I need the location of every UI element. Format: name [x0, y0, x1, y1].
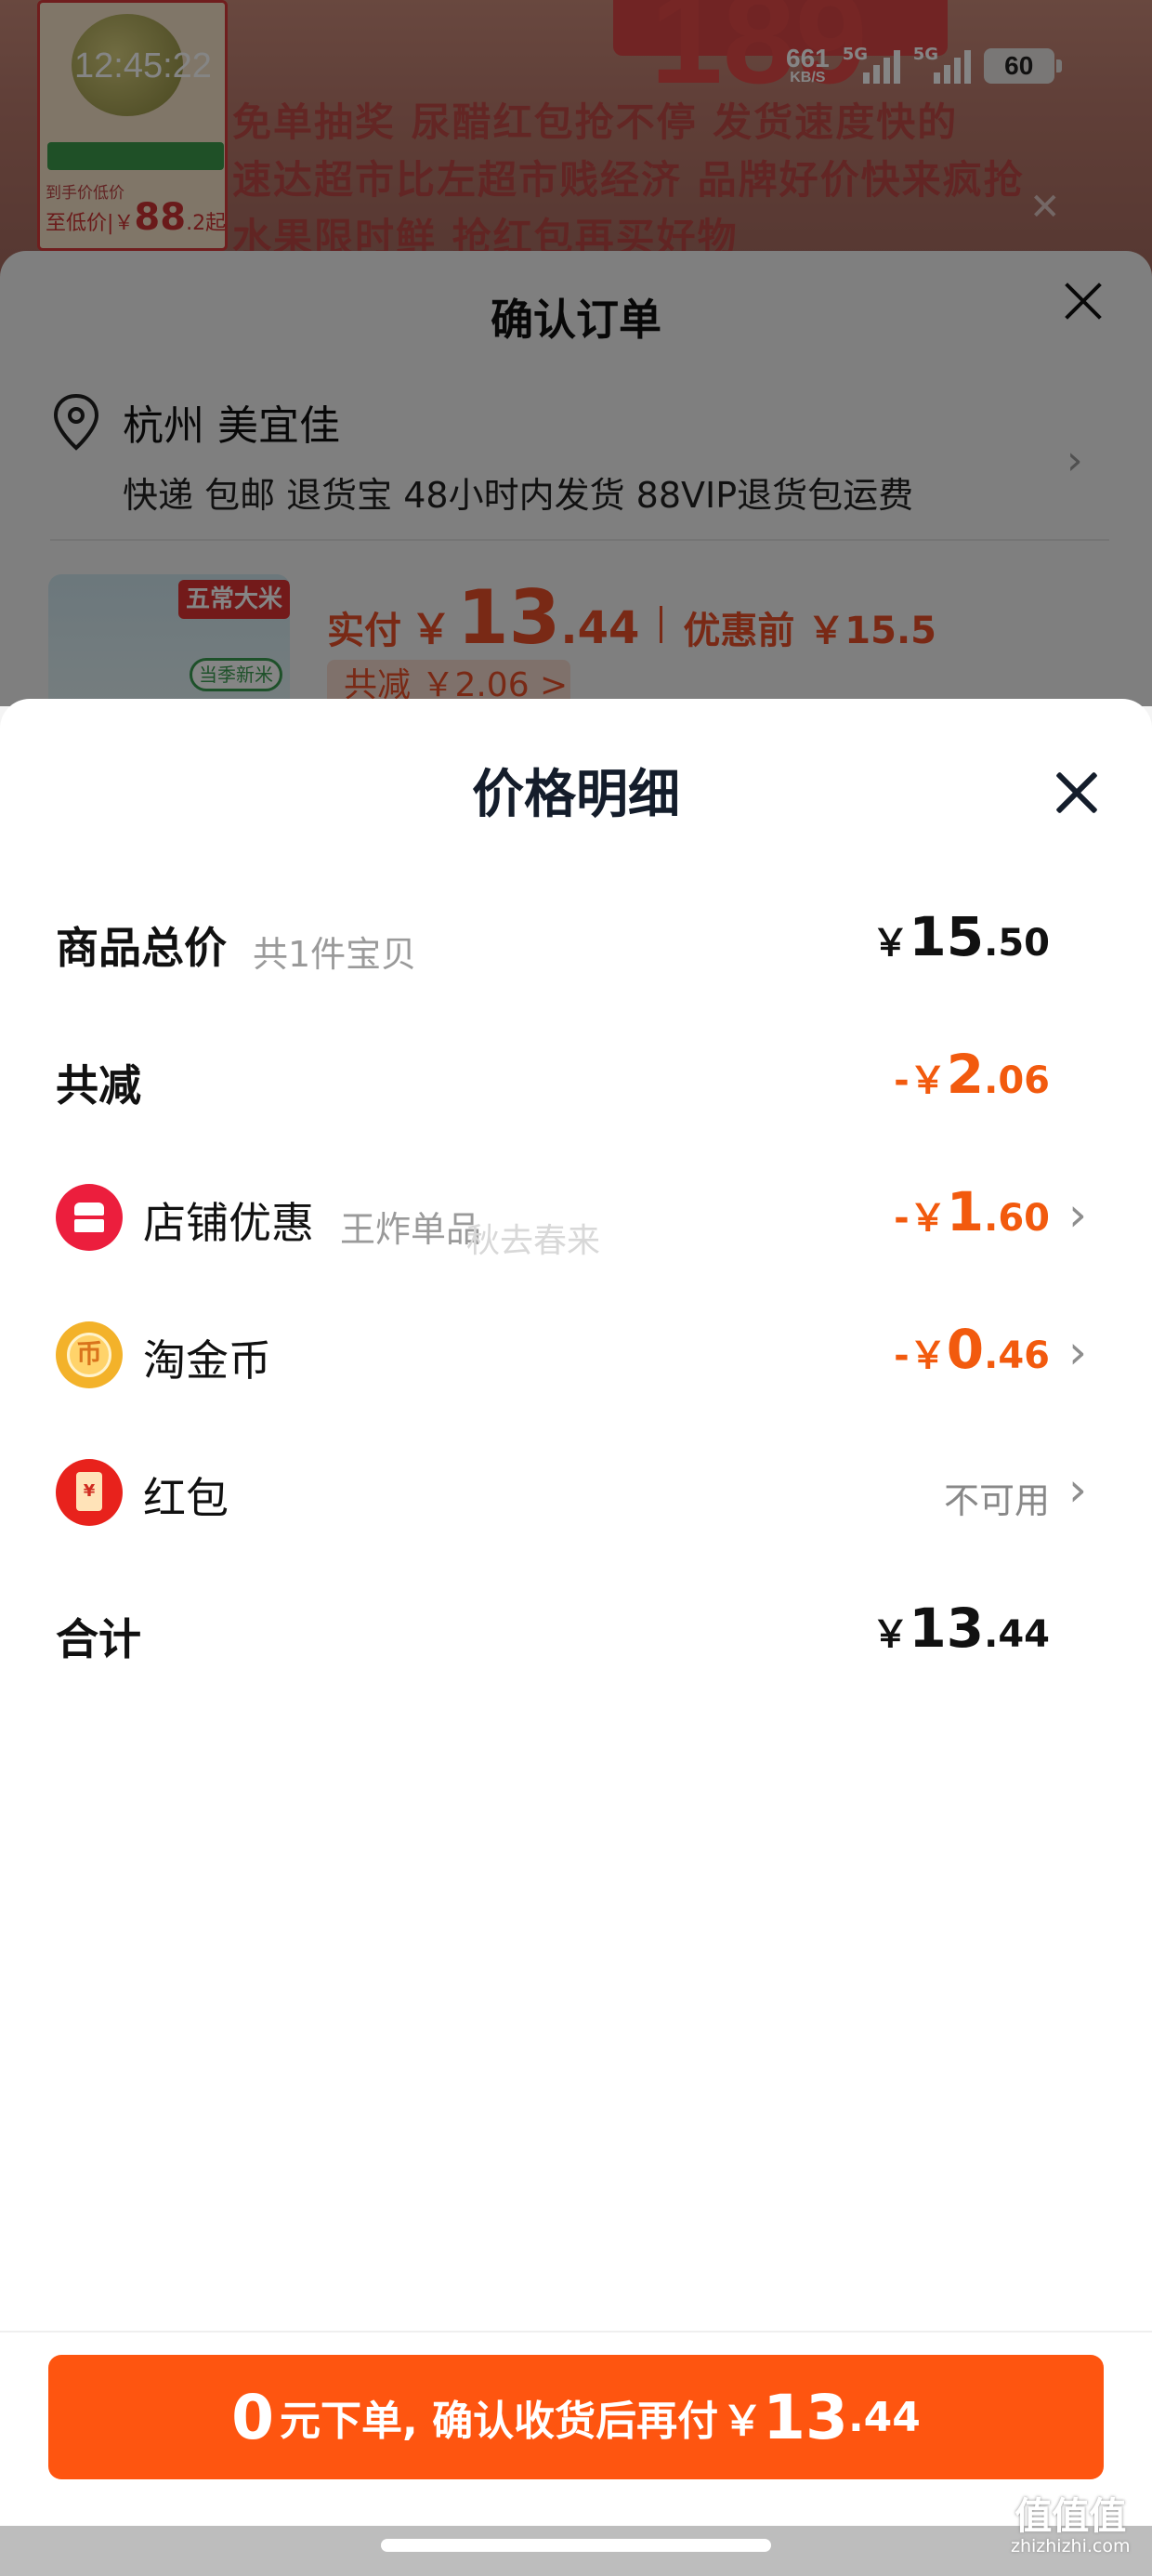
total-reduction-amount: -￥ 2.06 — [894, 1043, 1050, 1106]
price-detail-modal: 价格明细 商品总价 共1件宝贝 ￥ 15.50 共减 -￥ 2.06 店铺优惠 王炸… — [0, 699, 1152, 2576]
user-watermark: 秋去春来 — [466, 1222, 601, 1260]
row-sum: 合计 ￥ 13.44 — [0, 1597, 1152, 1671]
row-taojinbi[interactable]: 币 淘金币 -￥ 0.46 › — [0, 1318, 1152, 1392]
row-label: 共减 — [56, 1060, 141, 1111]
row-label: 淘金币 — [143, 1335, 271, 1386]
row-label: 商品总价 — [56, 923, 227, 973]
site-watermark-logo: 值值值 zhizhizhi.com — [1011, 2495, 1131, 2556]
close-icon[interactable] — [1054, 769, 1100, 816]
sum-amount: ￥ 13.44 — [871, 1597, 1050, 1660]
item-count: 共1件宝贝 — [253, 934, 417, 975]
row-goods-total: 商品总价 共1件宝贝 ￥ 15.50 — [0, 905, 1152, 979]
coin-icon: 币 — [56, 1321, 123, 1388]
coin-discount-amount: -￥ 0.46 — [894, 1318, 1050, 1381]
modal-backdrop[interactable] — [0, 0, 1152, 706]
shop-discount-name: 王炸单品 — [340, 1209, 482, 1250]
shop-discount-amount: -￥ 1.60 — [894, 1180, 1050, 1243]
red-packet-icon: ¥ — [56, 1459, 123, 1526]
row-total-reduction: 共减 -￥ 2.06 — [0, 1043, 1152, 1117]
chevron-right-icon[interactable]: › — [1068, 1463, 1087, 1517]
shop-icon — [56, 1184, 123, 1251]
chevron-right-icon[interactable]: › — [1068, 1188, 1087, 1242]
row-label: 店铺优惠 — [143, 1198, 314, 1248]
chevron-right-icon[interactable]: › — [1068, 1325, 1087, 1379]
row-label: 红包 — [143, 1473, 229, 1523]
modal-title: 价格明细 — [472, 765, 680, 825]
red-packet-status: 不可用 — [943, 1480, 1050, 1521]
goods-total-amount: ￥ 15.50 — [871, 905, 1050, 968]
home-indicator[interactable] — [381, 2539, 771, 2552]
row-red-packet[interactable]: ¥ 红包 不可用 › — [0, 1455, 1152, 1530]
row-label: 合计 — [56, 1614, 141, 1664]
place-order-button[interactable]: 0 元下单, 确认收货后再付 ￥ 13 .44 — [48, 2355, 1104, 2479]
